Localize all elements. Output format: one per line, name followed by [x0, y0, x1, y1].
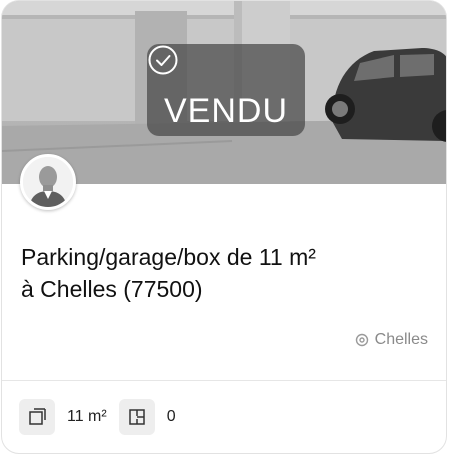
listing-photo[interactable]: VENDU	[2, 1, 446, 184]
feature-list: 11 m² 0	[19, 399, 188, 435]
check-circle-icon	[148, 45, 178, 75]
title-line-2: à Chelles (77500)	[21, 276, 203, 302]
feature-surface: 11 m²	[19, 399, 107, 435]
feature-rooms: 0	[118, 399, 176, 435]
avatar-icon	[23, 157, 73, 207]
title-line-1: Parking/garage/box de 11 m²	[21, 244, 316, 270]
location-pin-icon	[355, 333, 368, 347]
rooms-icon	[118, 399, 155, 435]
sold-badge: VENDU	[147, 44, 305, 136]
surface-value: 11 m²	[67, 408, 107, 425]
agent-avatar[interactable]	[20, 154, 76, 210]
listing-location: Chelles	[355, 331, 428, 349]
sold-status-label: VENDU	[163, 92, 289, 130]
surface-icon	[19, 399, 55, 435]
rooms-value: 0	[166, 408, 176, 425]
divider	[2, 380, 446, 381]
location-label: Chelles	[374, 331, 428, 348]
listing-title[interactable]: Parking/garage/box de 11 m² à Chelles (7…	[21, 241, 431, 305]
listing-card[interactable]: VENDU Parking/garage/box de 11 m² à Chel…	[1, 0, 447, 454]
